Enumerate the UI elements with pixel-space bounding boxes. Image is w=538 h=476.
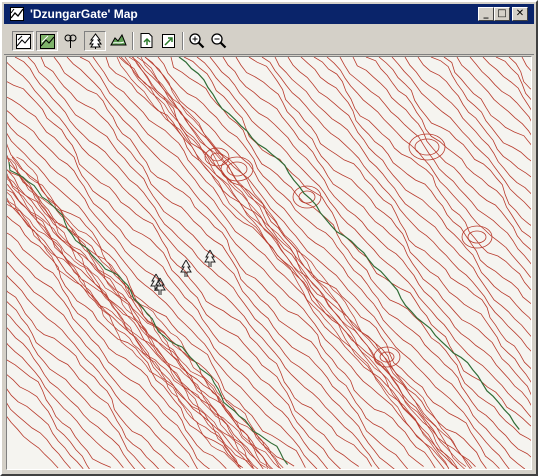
contour-line <box>7 388 84 469</box>
export-page-tool[interactable] <box>136 31 158 51</box>
contour-line <box>196 57 531 418</box>
contour-line <box>132 57 467 467</box>
contour-line <box>7 133 318 469</box>
contour-line <box>365 57 531 239</box>
zoom-out-tool[interactable] <box>208 31 230 51</box>
map-shaded-icon <box>40 34 55 49</box>
page-export-icon <box>140 33 153 48</box>
contour-line <box>7 359 111 468</box>
contour-line <box>7 342 124 468</box>
zoom-in-icon <box>189 33 205 49</box>
contour-line <box>7 175 259 469</box>
close-button[interactable]: ✕ <box>512 7 528 21</box>
maximize-button[interactable]: □ <box>494 7 510 21</box>
hill-contour <box>408 133 446 161</box>
map-frame-icon <box>16 34 31 49</box>
page-import-icon <box>162 34 175 48</box>
toolbar-separator <box>132 32 134 50</box>
contour-line <box>144 57 526 469</box>
title-bar[interactable]: 'DzungarGate' Map _ □ ✕ <box>4 4 534 24</box>
toolbar <box>4 28 534 55</box>
contour-line <box>7 275 190 468</box>
contour-line <box>417 57 531 178</box>
map-canvas[interactable] <box>6 56 532 470</box>
contour-line <box>7 143 306 468</box>
map-window: 'DzungarGate' Map _ □ ✕ <box>0 0 538 476</box>
contour-line <box>7 374 90 469</box>
flag-icon <box>64 34 77 48</box>
contour-line <box>7 157 272 469</box>
hill-contour <box>373 346 401 368</box>
map-overview-tool[interactable] <box>12 31 34 51</box>
map-shaded-tool[interactable] <box>36 31 58 51</box>
contour-line <box>11 156 284 469</box>
contour-line <box>131 57 510 469</box>
contour-line <box>66 57 445 469</box>
contour-line <box>14 57 395 469</box>
contour-line <box>326 57 531 279</box>
window-title: 'DzungarGate' Map <box>30 7 138 21</box>
terrain-icon <box>110 33 127 46</box>
zoom-in-tool[interactable] <box>186 31 208 51</box>
hill-contour <box>210 152 224 162</box>
contour-line <box>105 57 487 469</box>
tree-tool[interactable] <box>84 31 106 51</box>
contour-line <box>339 57 531 265</box>
contour-line <box>495 57 531 101</box>
hill-contour <box>292 185 322 209</box>
tree-icon <box>89 33 102 49</box>
contour-line <box>378 57 531 226</box>
contour-line <box>313 57 531 291</box>
map-app-icon <box>10 7 24 21</box>
terrain-tool[interactable] <box>108 31 130 51</box>
contour-map[interactable] <box>7 57 531 469</box>
contour-line <box>7 156 280 468</box>
contour-line <box>16 156 282 469</box>
contour-line <box>53 57 436 469</box>
toolbar-separator <box>182 32 184 50</box>
import-page-tool[interactable] <box>158 31 180 51</box>
minimize-button[interactable]: _ <box>478 7 494 21</box>
zoom-out-icon <box>211 33 227 49</box>
flag-tool[interactable] <box>60 31 82 51</box>
